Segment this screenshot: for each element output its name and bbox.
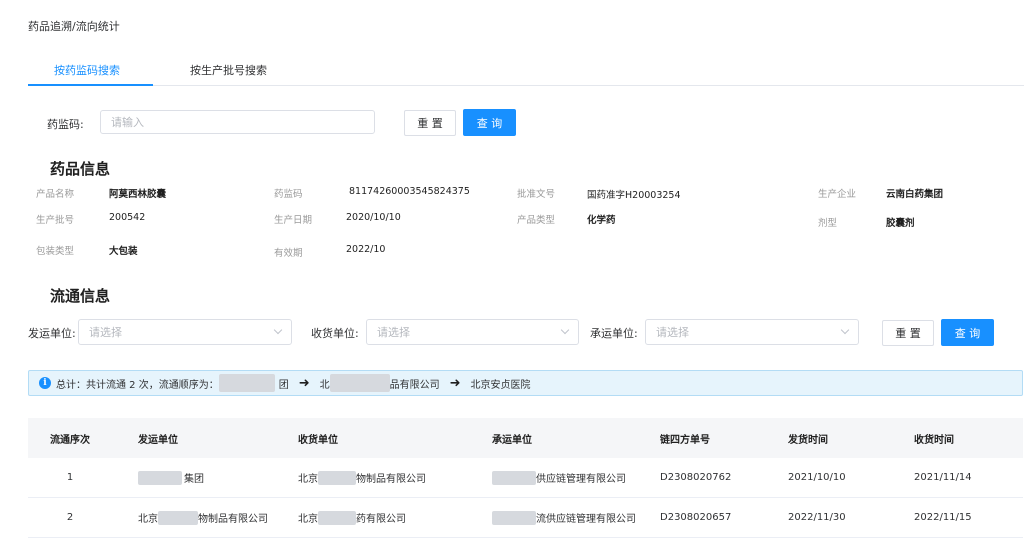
drug-code-label: 药监码: (47, 118, 84, 131)
row-receiver: 北京 药有限公司 (272, 498, 462, 537)
row-sender: 北京 物制品有限公司 (112, 498, 272, 537)
row-order: D2308020657 (660, 512, 732, 523)
row-receiver-text: 药有限公司 (356, 514, 406, 525)
row-carrier: 流供应链管理有限公司 (462, 498, 642, 537)
row-sender: 集团 (112, 458, 272, 497)
row-sender-head: 北京 (138, 514, 158, 525)
receiver-label: 收货单位: (311, 327, 359, 340)
column-header-receiver: 收货单位 (298, 434, 338, 446)
summary-node3: 北京安贞医院 (470, 379, 531, 391)
summary-node1-tail: 团 (278, 379, 289, 391)
circulation-summary-alert: i 总计：共计流通 2 次，流通顺序为： 团 ➜ 北 品有限公司 ➜ 北京安贞医… (28, 370, 1023, 396)
circulation-title: 流通信息 (50, 287, 111, 305)
code-key: 药监码 (274, 189, 303, 200)
row-seq: 1 (66, 472, 74, 483)
product-name-key: 产品名称 (36, 189, 75, 200)
search-query-button[interactable]: 查 询 (463, 109, 516, 136)
summary-node2-tail: 品有限公司 (389, 379, 440, 391)
type-value: 化学药 (587, 215, 616, 226)
column-header-order: 链四方单号 (660, 434, 710, 446)
row-ship-time: 2021/10/10 (788, 472, 846, 483)
row-carrier: 供应链管理有限公司 (462, 458, 642, 497)
approval-key: 批准文号 (517, 189, 556, 200)
row-seq: 2 (66, 512, 74, 523)
circulation-table: 流通序次 发运单位 收货单位 承运单位 链四方单号 发货时间 收货时间 1 集团… (28, 418, 1023, 538)
package-key: 包装类型 (36, 246, 75, 257)
filter-reset-button[interactable]: 重 置 (882, 320, 934, 346)
table-header: 流通序次 发运单位 收货单位 承运单位 链四方单号 发货时间 收货时间 (28, 418, 1023, 458)
search-reset-button[interactable]: 重 置 (404, 110, 456, 136)
column-header-receive-time: 收货时间 (914, 434, 954, 446)
redacted-block (138, 470, 182, 485)
row-receiver-head: 北京 (298, 474, 318, 485)
row-carrier-text: 供应链管理有限公司 (536, 474, 626, 485)
package-value: 大包装 (109, 246, 138, 257)
table-row: 1 集团 北京 物制品有限公司 供应链管理有限公司 D2308020762 20… (28, 458, 1023, 498)
redacted-block (318, 510, 356, 525)
row-receive-time: 2021/11/14 (914, 472, 972, 483)
redacted-block (329, 374, 390, 392)
info-icon: i (39, 377, 51, 389)
approval-value: 国药准字H20003254 (587, 190, 681, 201)
row-ship-time: 2022/11/30 (788, 512, 846, 523)
row-receiver-text: 物制品有限公司 (356, 474, 426, 485)
carrier-select-placeholder: 请选择 (656, 326, 689, 339)
code-value: 81174260003545824375 (349, 186, 470, 197)
expiry-value: 2022/10 (346, 244, 386, 255)
sender-label: 发运单位: (28, 327, 76, 340)
tab-drug-code[interactable]: 按药监码搜索 (54, 62, 120, 78)
redacted-block (492, 510, 536, 525)
product-name-value: 阿莫西林胶囊 (109, 189, 167, 200)
form-value: 胶囊剂 (886, 218, 915, 229)
summary-prefix: 总计：共计流通 2 次，流通顺序为： (56, 379, 219, 391)
batch-key: 生产批号 (36, 215, 75, 226)
breadcrumb: 药品追溯/流向统计 (28, 20, 120, 33)
redacted-block (158, 510, 198, 525)
receiver-select-placeholder: 请选择 (377, 326, 410, 339)
expiry-key: 有效期 (274, 248, 303, 259)
summary-node2-head: 北 (319, 379, 330, 391)
form-key: 剂型 (818, 218, 838, 229)
manufacturer-value: 云南白药集团 (886, 189, 944, 200)
sender-select-placeholder: 请选择 (89, 326, 122, 339)
receiver-select[interactable]: 请选择 (366, 319, 579, 345)
row-receive-time: 2022/11/15 (914, 512, 972, 523)
prod-date-key: 生产日期 (274, 215, 313, 226)
redacted-block (492, 470, 536, 485)
row-receiver: 北京 物制品有限公司 (272, 458, 462, 497)
row-order: D2308020762 (660, 472, 732, 483)
row-sender-text: 集团 (184, 474, 204, 485)
chevron-down-icon (273, 325, 283, 335)
redacted-block (218, 374, 275, 392)
redacted-block (318, 470, 356, 485)
tab-batch-number[interactable]: 按生产批号搜索 (190, 62, 267, 78)
carrier-select[interactable]: 请选择 (645, 319, 859, 345)
column-header-seq: 流通序次 (50, 434, 90, 446)
active-tab-indicator (28, 84, 153, 86)
drug-code-input[interactable]: 请输入 (100, 110, 375, 134)
arrow-right-icon: ➜ (449, 375, 461, 391)
tab-bar: 按药监码搜索 按生产批号搜索 (28, 56, 1024, 86)
table-row: 2 北京 物制品有限公司 北京 药有限公司 流供应链管理有限公司 D230802… (28, 498, 1023, 538)
carrier-label: 承运单位: (590, 327, 638, 340)
chevron-down-icon (560, 325, 570, 335)
manufacturer-key: 生产企业 (818, 189, 857, 200)
column-header-sender: 发运单位 (138, 434, 178, 446)
arrow-right-icon: ➜ (298, 375, 310, 391)
row-carrier-text: 流供应链管理有限公司 (536, 514, 636, 525)
type-key: 产品类型 (517, 215, 556, 226)
row-receiver-head: 北京 (298, 514, 318, 525)
column-header-ship-time: 发货时间 (788, 434, 828, 446)
chevron-down-icon (840, 325, 850, 335)
drug-info-title: 药品信息 (50, 160, 111, 178)
sender-select[interactable]: 请选择 (78, 319, 292, 345)
prod-date-value: 2020/10/10 (346, 212, 401, 223)
row-sender-text: 物制品有限公司 (198, 514, 268, 525)
filter-query-button[interactable]: 查 询 (941, 319, 994, 346)
batch-value: 200542 (109, 212, 146, 223)
column-header-carrier: 承运单位 (492, 434, 532, 446)
